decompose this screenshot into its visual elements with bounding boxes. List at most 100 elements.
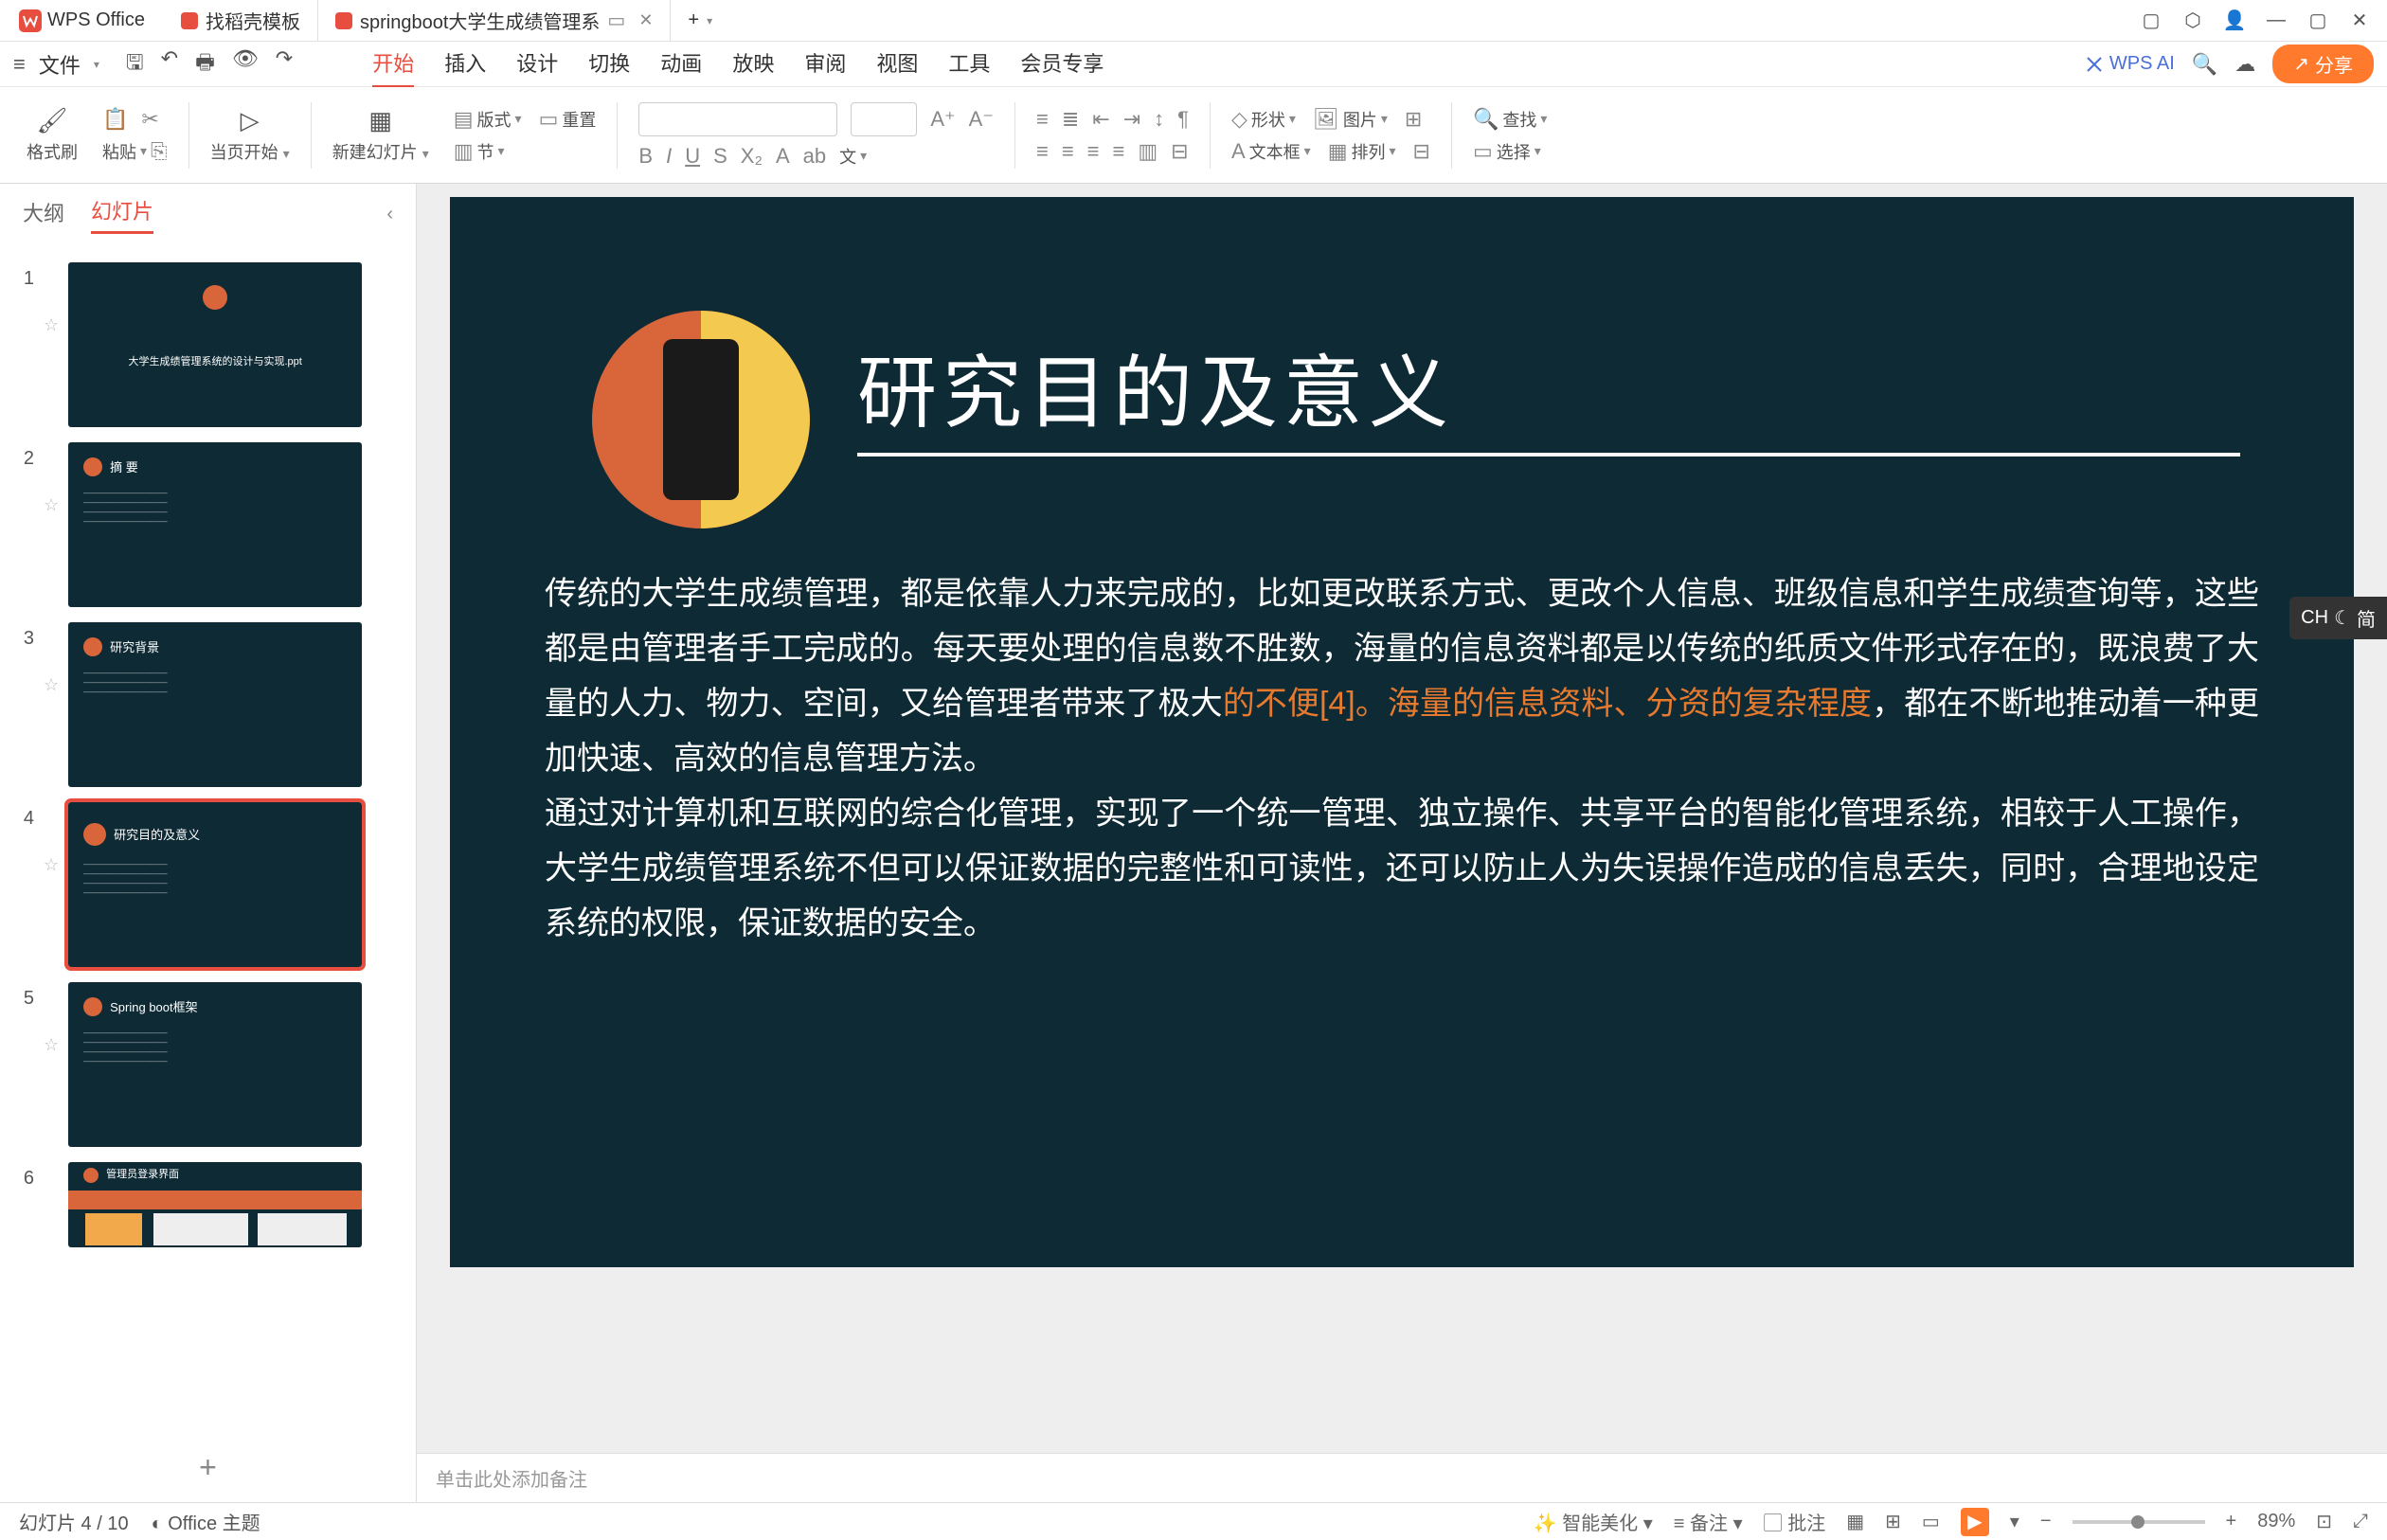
- layout-button[interactable]: ▤版式▾ ▭重置: [454, 107, 597, 132]
- notes-toggle[interactable]: ≡ 备注 ▾: [1674, 1508, 1743, 1535]
- close-tab-icon[interactable]: ✕: [638, 10, 653, 30]
- tab-design[interactable]: 设计: [516, 40, 558, 88]
- presentation-mode-icon[interactable]: ▭: [607, 9, 625, 32]
- slideshow-button[interactable]: ▶: [1961, 1508, 1989, 1536]
- text-direction-icon[interactable]: ¶: [1177, 107, 1189, 132]
- thumb-slide-3[interactable]: 研究背景 ━━━━━━━━━━━━━━━━━━━━━━━━━━━━━━━━━━━…: [68, 622, 362, 787]
- redo-icon[interactable]: ↷: [276, 46, 293, 82]
- add-slide-button[interactable]: +: [0, 1433, 416, 1502]
- current-slide[interactable]: 研究目的及意义 传统的大学生成绩管理，都是依靠人力来完成的，比如更改联系方式、更…: [450, 197, 2354, 1267]
- strike-icon[interactable]: S: [713, 144, 727, 169]
- font-color-icon[interactable]: A: [776, 144, 790, 169]
- beautify-button[interactable]: ✨ 智能美化 ▾: [1534, 1508, 1653, 1535]
- sorter-view-icon[interactable]: ⊞: [1885, 1510, 1901, 1533]
- star-icon[interactable]: ☆: [44, 982, 59, 1055]
- share-button[interactable]: ↗ 分享: [2272, 45, 2374, 83]
- font-size-select[interactable]: [851, 102, 917, 136]
- zoom-slider[interactable]: [2073, 1520, 2205, 1524]
- shape-button[interactable]: ◇形状▾ 🖼图片▾ ⊞: [1231, 107, 1430, 132]
- thumb-slide-2[interactable]: 摘 要 ━━━━━━━━━━━━━━━━━━━━━━━━━━━━━━━━━━━━…: [68, 442, 362, 607]
- star-icon[interactable]: ☆: [44, 622, 59, 695]
- fit-window-icon[interactable]: ⊡: [2316, 1510, 2332, 1533]
- reading-view-icon[interactable]: ▭: [1922, 1510, 1940, 1533]
- notes-bar[interactable]: 单击此处添加备注: [417, 1453, 2387, 1502]
- align-right-icon[interactable]: ≡: [1087, 139, 1100, 164]
- tab-member[interactable]: 会员专享: [1020, 40, 1104, 88]
- extra2-icon[interactable]: ⊟: [1413, 139, 1430, 164]
- slide-title[interactable]: 研究目的及意义: [857, 330, 1454, 444]
- tab-slideshow[interactable]: 放映: [732, 40, 774, 88]
- collapse-icon[interactable]: ‹: [386, 204, 393, 225]
- line-spacing-icon[interactable]: ↕: [1154, 107, 1164, 132]
- section-button[interactable]: ▥节▾: [454, 139, 597, 164]
- tab-template[interactable]: 找稻壳模板: [164, 0, 318, 41]
- star-icon[interactable]: ☆: [44, 802, 59, 875]
- bullet-list-icon[interactable]: ≡: [1036, 107, 1049, 132]
- align-center-icon[interactable]: ≡: [1062, 139, 1074, 164]
- align-vert-icon[interactable]: ⊟: [1171, 139, 1188, 164]
- ime-badge[interactable]: CH ☾ 简: [2289, 597, 2387, 639]
- hamburger-icon[interactable]: ≡: [13, 52, 26, 77]
- outline-tab[interactable]: 大纲: [23, 197, 64, 233]
- indent-left-icon[interactable]: ⇤: [1092, 107, 1109, 132]
- tab-insert[interactable]: 插入: [444, 40, 486, 88]
- textbox-button[interactable]: A文本框▾ ▦排列▾ ⊟: [1231, 139, 1430, 164]
- align-justify-icon[interactable]: ≡: [1113, 139, 1125, 164]
- columns-icon[interactable]: ▥: [1138, 139, 1158, 164]
- tab-animation[interactable]: 动画: [660, 40, 702, 88]
- thumb-slide-6[interactable]: 管理员登录界面: [68, 1162, 362, 1247]
- highlight-icon[interactable]: ab: [803, 144, 826, 169]
- undo-icon[interactable]: ↶: [161, 46, 178, 82]
- slide-body[interactable]: 传统的大学生成绩管理，都是依靠人力来完成的，比如更改联系方式、更改个人信息、班级…: [545, 566, 2259, 951]
- save-icon[interactable]: 🖫: [126, 46, 144, 82]
- tab-transition[interactable]: 切换: [588, 40, 630, 88]
- underline-icon[interactable]: U: [685, 144, 700, 169]
- file-dropdown-icon[interactable]: ▾: [94, 58, 99, 71]
- normal-view-icon[interactable]: ▦: [1846, 1510, 1864, 1533]
- star-icon[interactable]: ☆: [44, 442, 59, 515]
- slide-counter[interactable]: 幻灯片 4 / 10: [19, 1508, 129, 1535]
- new-slide-button[interactable]: ▦ 新建幻灯片 ▾: [332, 106, 429, 164]
- select-button[interactable]: ▭选择▾: [1473, 139, 1547, 164]
- slides-tab[interactable]: 幻灯片: [91, 195, 153, 234]
- print-icon[interactable]: 🖶: [195, 46, 215, 82]
- clipboard-icon[interactable]: 📋: [102, 107, 128, 132]
- thumb-slide-1[interactable]: 大学生成绩管理系统的设计与实现.ppt: [68, 262, 362, 427]
- find-button[interactable]: 🔍查找▾: [1473, 107, 1547, 132]
- tab-start[interactable]: 开始: [372, 40, 414, 88]
- zoom-knob[interactable]: [2131, 1515, 2145, 1529]
- preview-icon[interactable]: 👁: [232, 46, 259, 82]
- file-menu[interactable]: 文件: [39, 49, 81, 80]
- align-left-icon[interactable]: ≡: [1036, 139, 1049, 164]
- cloud-icon[interactable]: ☁: [2234, 52, 2255, 77]
- close-window-icon[interactable]: ✕: [2349, 10, 2370, 31]
- slide-viewport[interactable]: 研究目的及意义 传统的大学生成绩管理，都是依靠人力来完成的，比如更改联系方式、更…: [417, 184, 2387, 1453]
- play-dropdown-icon[interactable]: ▾: [2010, 1510, 2019, 1533]
- window-layout-icon[interactable]: ▢: [2141, 10, 2162, 31]
- text-effects-button[interactable]: 文▾: [839, 144, 867, 169]
- zoom-out-icon[interactable]: −: [2040, 1511, 2052, 1532]
- tab-view[interactable]: 视图: [876, 40, 918, 88]
- thumb-slide-5[interactable]: Spring boot框架 ━━━━━━━━━━━━━━━━━━━━━━━━━━…: [68, 982, 362, 1147]
- italic-icon[interactable]: I: [666, 144, 672, 169]
- expand-icon[interactable]: ⤢: [2353, 1511, 2368, 1532]
- star-icon[interactable]: ☆: [44, 262, 59, 335]
- increase-font-icon[interactable]: A⁺: [930, 107, 955, 132]
- minimize-icon[interactable]: —: [2266, 10, 2287, 31]
- zoom-in-icon[interactable]: +: [2226, 1511, 2237, 1532]
- from-current-button[interactable]: ▷ 当页开始 ▾: [210, 106, 290, 164]
- subscript-icon[interactable]: X₂: [741, 144, 763, 169]
- copy-icon[interactable]: ⎘: [151, 139, 168, 164]
- indent-right-icon[interactable]: ⇥: [1123, 107, 1140, 132]
- tab-document[interactable]: springboot大学生成绩管理系 ▭ ✕: [318, 0, 671, 41]
- tab-review[interactable]: 审阅: [804, 40, 846, 88]
- avatar-icon[interactable]: 👤: [2224, 10, 2245, 31]
- bold-icon[interactable]: B: [638, 144, 653, 169]
- theme-indicator[interactable]: ◐ Office 主题: [152, 1508, 260, 1535]
- paste-button[interactable]: 粘贴▾⎘: [102, 139, 168, 164]
- scissors-icon[interactable]: ✂: [141, 107, 158, 132]
- new-tab-button[interactable]: + ▾: [671, 0, 729, 41]
- cube-icon[interactable]: ⬡: [2182, 10, 2203, 31]
- maximize-icon[interactable]: ▢: [2307, 10, 2328, 31]
- zoom-value[interactable]: 89%: [2257, 1511, 2295, 1532]
